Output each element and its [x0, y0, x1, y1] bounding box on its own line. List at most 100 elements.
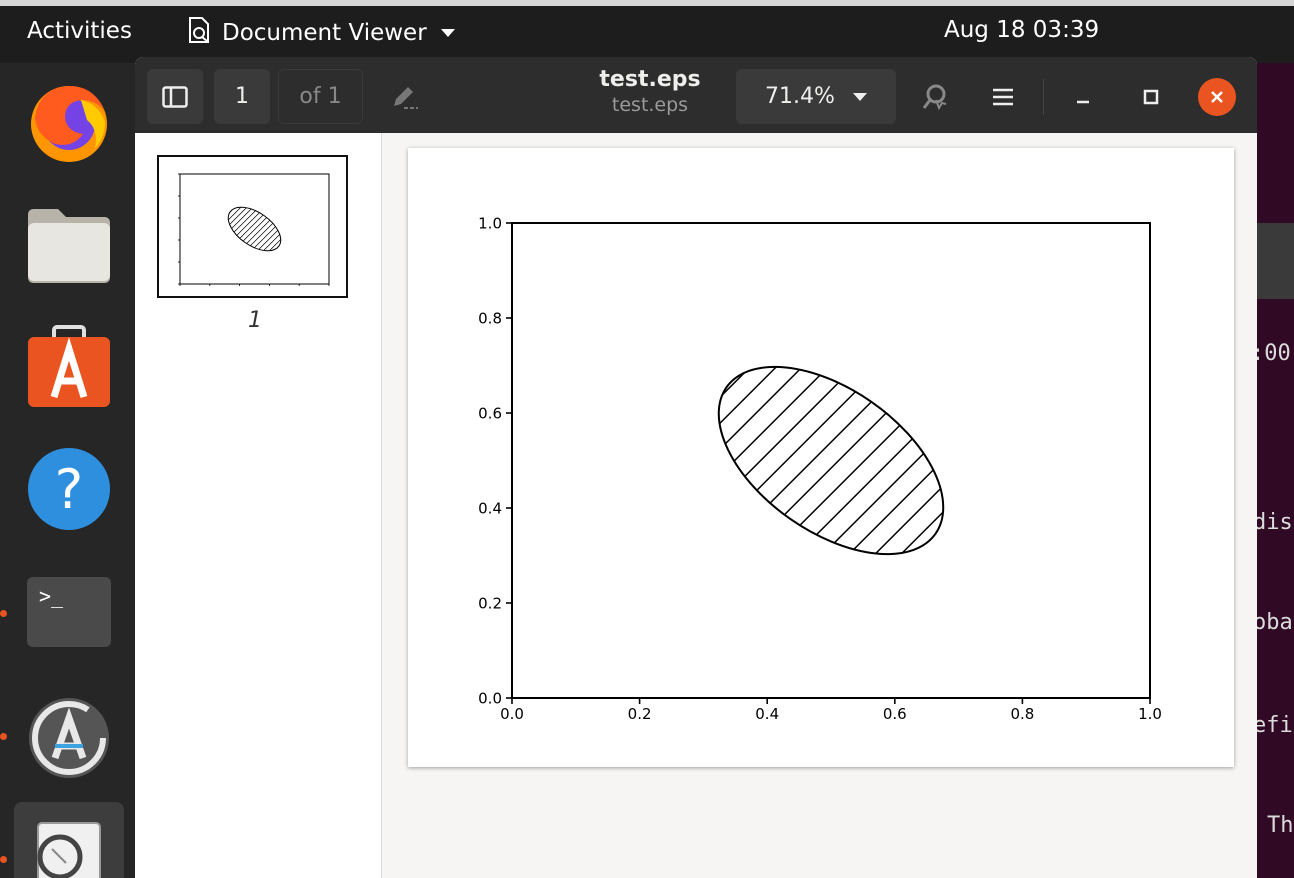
hatch-line — [789, 328, 977, 593]
search-icon — [922, 84, 947, 110]
hatch-line — [685, 328, 914, 593]
clock[interactable]: Aug 18 03:39 — [944, 17, 1099, 43]
dock-item-software[interactable] — [14, 317, 124, 415]
hatch-line — [243, 198, 289, 260]
hatch-line — [220, 198, 232, 260]
hatch-line — [999, 256, 1234, 664]
hatch-line — [220, 198, 250, 260]
header-separator — [1043, 79, 1044, 115]
header-bar: 1 of 1 test.eps test.eps 71.4% — [135, 57, 1257, 133]
thumbnail-preview — [159, 173, 346, 286]
zoom-level: 71.4% — [765, 84, 835, 109]
hatch-line — [220, 198, 268, 260]
hatch-line — [841, 328, 977, 593]
activities-button[interactable]: Activities — [27, 18, 132, 44]
hatch-line — [291, 181, 346, 276]
hatch-line — [225, 198, 289, 260]
document-view[interactable]: 0.0 0.2 0.4 0.6 0.8 1.0 0.0 0.2 0.4 0.6 0.8 1.0 — [383, 133, 1257, 878]
hatch-line — [685, 328, 784, 593]
hatch-line — [945, 328, 977, 593]
x-tick-label: 0.0 — [500, 705, 524, 723]
document-viewer-icon — [186, 16, 212, 50]
minimize-button[interactable] — [1063, 69, 1103, 124]
document-viewer-icon — [37, 822, 101, 878]
hatch-line — [220, 198, 274, 260]
document-subtitle: test.eps — [611, 94, 689, 116]
hatch-line — [220, 198, 280, 260]
hatch-line — [763, 328, 977, 593]
terminal-tab-bar — [1257, 223, 1294, 299]
terminal-icon: >_ — [27, 577, 111, 647]
ellipse-hatch — [159, 181, 346, 276]
hatch-line — [685, 328, 706, 593]
maximize-button[interactable] — [1131, 69, 1171, 124]
hatch-line — [220, 198, 226, 260]
minimize-icon — [1077, 100, 1089, 103]
hatch-line — [408, 256, 627, 664]
hatch-line — [220, 198, 286, 260]
y-tick-label: 0.4 — [478, 499, 502, 517]
page-thumbnail[interactable] — [157, 155, 348, 298]
dock-item-files[interactable] — [14, 196, 124, 294]
y-tick-label: 1.0 — [478, 214, 502, 232]
hatch-line — [408, 256, 653, 664]
hatch-line — [249, 198, 289, 260]
hatch-line — [815, 328, 977, 593]
hatch-line — [685, 328, 758, 593]
hatch-line — [220, 198, 244, 260]
dock-item-firefox[interactable] — [14, 73, 124, 171]
hatch-line — [408, 256, 679, 664]
hatch-line — [685, 328, 977, 593]
document-page: 0.0 0.2 0.4 0.6 0.8 1.0 0.0 0.2 0.4 0.6 0.8 1.0 — [408, 148, 1234, 767]
software-icon — [28, 325, 110, 407]
hatch-line — [919, 328, 977, 593]
hatch-line — [685, 328, 732, 593]
background-terminal: :00 dis oba efi Th — [1257, 63, 1294, 878]
dock-item-terminal[interactable]: >_ — [14, 563, 124, 661]
thumbnail-page-label: 1 — [248, 308, 262, 333]
x-tick-label: 1.0 — [1138, 705, 1162, 723]
app-menu[interactable]: Document Viewer — [186, 16, 455, 50]
hatch-line — [255, 198, 289, 260]
terminal-text: :00 — [1257, 341, 1291, 366]
hatch-line — [159, 181, 207, 276]
axes-frame — [179, 173, 330, 285]
hatch-line — [220, 198, 289, 260]
hatch-line — [220, 198, 238, 260]
document-title: test.eps — [599, 67, 701, 92]
hatch-line — [685, 328, 888, 593]
search-button[interactable] — [915, 69, 955, 124]
y-tick-label: 0.8 — [478, 309, 502, 327]
hatch-line — [685, 328, 977, 593]
close-button[interactable] — [1197, 69, 1237, 124]
app-menu-label: Document Viewer — [222, 20, 427, 46]
ellipse-patch — [227, 206, 282, 252]
hatch-line — [685, 328, 862, 593]
x-tick-label: 0.4 — [755, 705, 779, 723]
dock-item-software-updater[interactable] — [14, 689, 124, 787]
sidebar-toggle-button[interactable] — [147, 69, 203, 124]
x-tick-label: 0.2 — [628, 705, 652, 723]
document-viewer-window: 1 of 1 test.eps test.eps 71.4% 1 0.0 0.2… — [135, 57, 1257, 878]
hatch-line — [237, 198, 289, 260]
dock: ? >_ — [0, 63, 135, 878]
x-tick-label: 0.8 — [1010, 705, 1034, 723]
hatch-line — [220, 198, 289, 260]
hatch-line — [297, 181, 346, 276]
annotate-button[interactable] — [385, 69, 425, 124]
chevron-down-icon — [852, 92, 867, 101]
menu-button[interactable] — [983, 69, 1023, 124]
top-bar: Activities Document Viewer Aug 18 03:39 — [0, 0, 1294, 63]
dock-item-help[interactable]: ? — [14, 440, 124, 538]
terminal-text: efi — [1257, 713, 1293, 738]
hatch-line — [971, 328, 977, 593]
dock-item-document-viewer[interactable] — [14, 802, 124, 878]
hatch-line — [711, 328, 977, 593]
page-number-input[interactable]: 1 — [214, 69, 270, 124]
zoom-dropdown[interactable]: 71.4% — [736, 69, 896, 124]
hatch-line — [685, 328, 977, 593]
axes-frame — [511, 222, 1151, 699]
y-tick-label: 0.6 — [478, 404, 502, 422]
svg-text:?: ? — [55, 458, 84, 521]
y-tick-label: 0.2 — [478, 594, 502, 612]
